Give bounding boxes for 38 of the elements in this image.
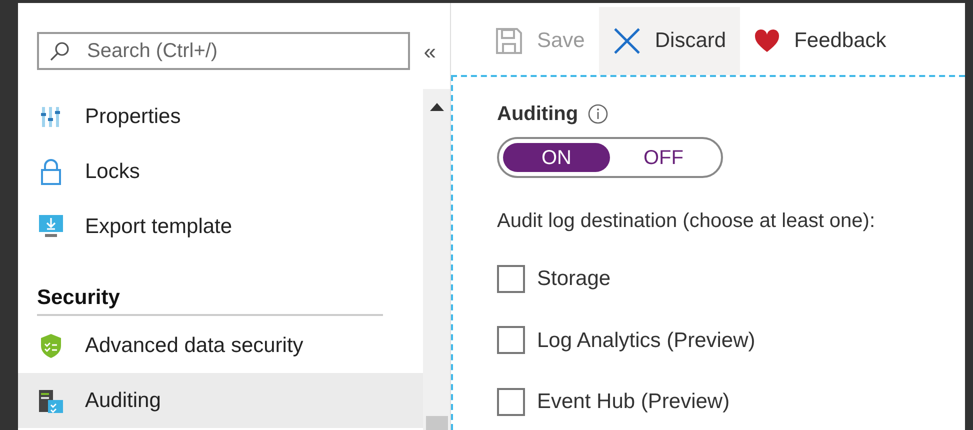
nav-label: Export template xyxy=(85,214,232,240)
nav-item[interactable]: Properties xyxy=(18,89,423,144)
toggle-option[interactable]: OFF xyxy=(610,143,717,172)
checkbox[interactable] xyxy=(497,388,525,416)
search-icon xyxy=(49,40,71,62)
nav-label: Locks xyxy=(85,158,140,185)
toolbar-button[interactable]: Discard xyxy=(598,7,740,75)
nav-label: Advanced data security xyxy=(85,332,304,359)
nav-item[interactable]: Advanced data security xyxy=(18,318,423,373)
heart-icon xyxy=(754,29,780,53)
toolbar-button[interactable]: Feedback xyxy=(740,7,900,75)
scrollbar[interactable] xyxy=(423,89,450,430)
scrollbar-thumb[interactable] xyxy=(426,416,448,430)
checkbox-label: Storage xyxy=(537,266,611,292)
nav-item[interactable]: Locks xyxy=(18,144,423,199)
section-heading: Security xyxy=(37,285,121,311)
monitor-download-icon xyxy=(38,214,64,240)
search-field[interactable]: Search (Ctrl+/) xyxy=(37,32,410,70)
nav-label: Auditing xyxy=(85,388,161,414)
nav-item[interactable]: Export template xyxy=(18,199,423,254)
checkbox[interactable] xyxy=(497,326,525,354)
checkbox-label: Log Analytics (Preview) xyxy=(537,328,756,354)
collapse-button[interactable]: « xyxy=(420,34,440,68)
close-icon xyxy=(612,27,641,55)
checkbox[interactable] xyxy=(497,264,525,293)
shield-icon xyxy=(40,332,62,358)
auditing-label: Auditing xyxy=(497,102,578,127)
scroll-up-icon xyxy=(430,103,444,111)
toggle-option[interactable]: ON xyxy=(503,143,610,172)
lock-icon xyxy=(40,158,62,184)
checkbox-label: Event Hub (Preview) xyxy=(537,389,730,415)
nav-label: Properties xyxy=(85,104,181,130)
nav-item[interactable]: Auditing xyxy=(18,373,423,428)
on-off-toggle[interactable]: ON OFF xyxy=(497,137,723,178)
sliders-icon xyxy=(40,106,62,128)
info-icon xyxy=(588,104,608,124)
server-check-icon xyxy=(38,388,64,414)
destination-label: Audit log destination (choose at least one): xyxy=(497,209,876,234)
